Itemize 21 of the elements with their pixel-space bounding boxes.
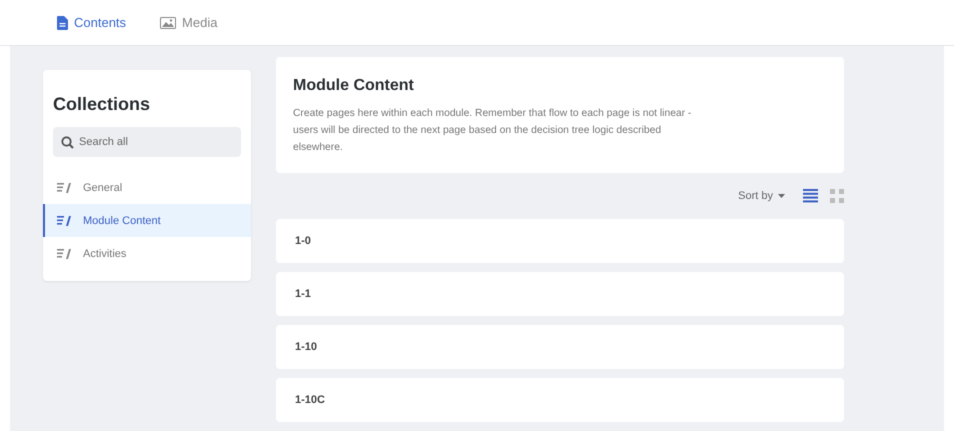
- list-pen-icon: [57, 182, 71, 194]
- search-field[interactable]: Search all: [53, 127, 241, 157]
- page-entry[interactable]: 1-10: [276, 325, 844, 369]
- collection-item[interactable]: Activities: [43, 237, 251, 270]
- caret-icon: [778, 194, 785, 198]
- image-icon: [160, 16, 176, 28]
- page-description: Create pages here within each module. Remember that flow to each page is not linear - users will be directed to the next page based on the decision tree logic described elsewhere.: [293, 107, 692, 155]
- document-icon: [57, 16, 68, 30]
- tab[interactable]: Media: [160, 15, 218, 30]
- sidebar-title: Collections: [53, 94, 152, 115]
- tab[interactable]: Contents: [57, 15, 126, 30]
- page-entry[interactable]: 1-0: [276, 219, 844, 263]
- page-entry[interactable]: 1-1: [276, 272, 844, 316]
- list-view-icon[interactable]: [803, 189, 818, 203]
- list-pen-icon: [57, 248, 71, 260]
- page-title: Module Content: [293, 77, 415, 95]
- list-pen-icon: [57, 214, 71, 226]
- sort-dropdown[interactable]: Sort by: [738, 190, 785, 202]
- page-entry[interactable]: 1-10C: [276, 378, 844, 422]
- collection-item[interactable]: Module Content: [43, 204, 251, 237]
- collection-item[interactable]: General: [43, 171, 251, 204]
